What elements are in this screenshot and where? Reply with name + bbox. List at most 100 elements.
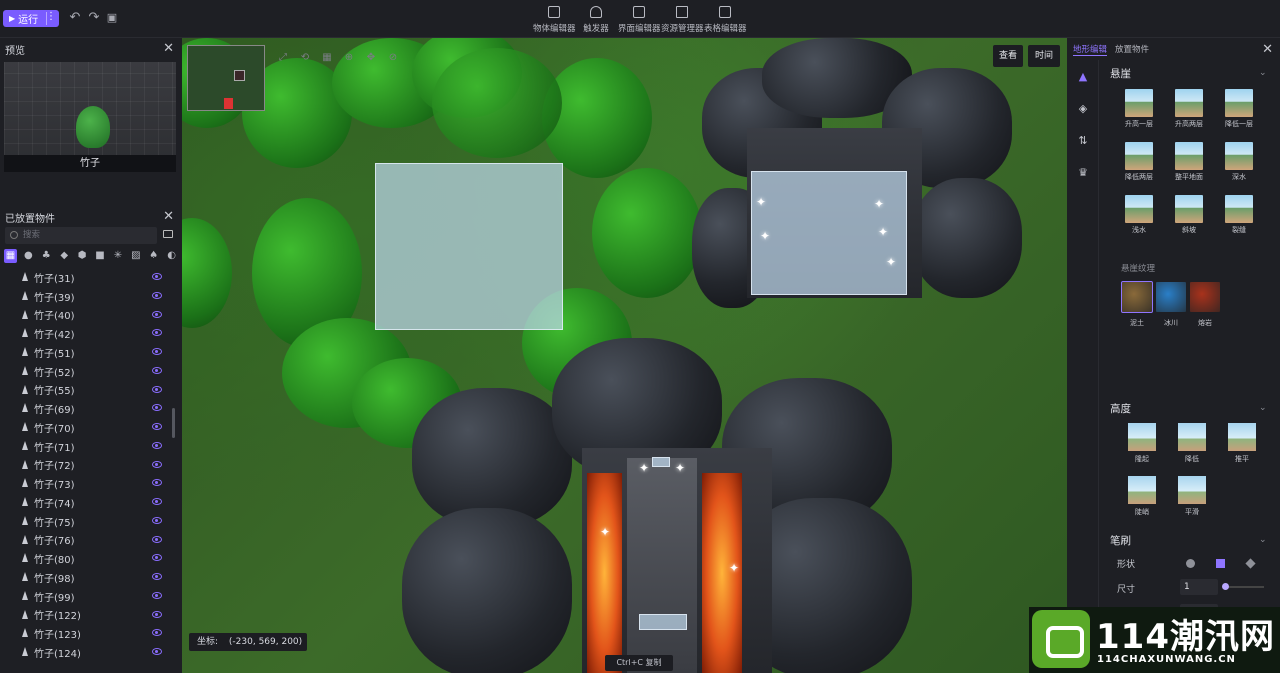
height-tool-button[interactable] [1178,476,1206,504]
diamond-shape-icon[interactable] [1245,558,1256,569]
eye-icon[interactable] [152,479,162,487]
eye-icon[interactable] [152,348,162,355]
eye-icon[interactable] [152,591,162,599]
list-item[interactable]: 竹子(76) [0,531,172,550]
eye-icon[interactable] [152,441,162,449]
filter-doodad-icon[interactable]: ◆ [58,249,71,263]
chevron-down-icon[interactable]: ⌄ [1259,535,1267,545]
eye-icon[interactable] [152,366,162,374]
eye-icon[interactable] [152,610,162,618]
list-item[interactable]: 竹子(72) [0,456,172,475]
tab-place-objects[interactable]: 放置物件 [1115,43,1149,56]
undo-icon[interactable]: ↶ [68,11,82,25]
list-item[interactable]: 竹子(31) [0,268,172,287]
filter-camera-icon[interactable]: ■ [94,249,107,263]
more-options-icon[interactable]: ⋮ [46,11,56,22]
tool-trigger[interactable]: 触发器 [582,4,610,34]
filter-item-icon[interactable]: ⬢ [76,249,89,263]
list-item[interactable]: 竹子(122) [0,606,172,625]
cliff-tool-button[interactable] [1125,89,1153,117]
chevron-down-icon[interactable]: ⌄ [1259,68,1267,78]
close-icon[interactable]: ✕ [163,209,174,224]
time-button[interactable]: 时间 [1028,45,1060,67]
tool-resource-manager[interactable]: 资源管理器 [661,4,704,34]
save-icon[interactable]: ▣ [105,11,119,25]
list-item[interactable]: 竹子(124) [0,643,172,662]
height-tool-button[interactable] [1128,423,1156,451]
tool-ui-editor[interactable]: 界面编辑器 [618,4,661,34]
filter-light-icon[interactable]: ✳ [111,249,124,263]
cliff-tool-button[interactable] [1225,89,1253,117]
eye-icon[interactable] [152,404,162,412]
list-item[interactable]: 竹子(51) [0,343,172,362]
cliff-tool-button[interactable] [1225,195,1253,223]
cliff-tool-button[interactable] [1175,142,1203,170]
filter-more-icon[interactable]: ◐ [165,249,178,263]
close-icon[interactable]: ✕ [163,41,174,56]
filter-unit-icon[interactable]: ● [22,249,35,263]
water-region[interactable] [375,163,563,330]
list-scrollbar[interactable] [172,408,175,438]
list-item[interactable]: 竹子(39) [0,287,172,306]
slider-knob[interactable] [1222,583,1229,590]
close-icon[interactable]: ✕ [1262,42,1273,57]
eye-icon[interactable] [152,460,162,468]
eye-icon[interactable] [152,423,162,430]
move-icon[interactable]: ✥ [362,49,380,67]
rotate-icon[interactable]: ⟲ [296,49,314,67]
list-item[interactable]: 竹子(73) [0,474,172,493]
globe-icon[interactable]: ⊕ [340,49,358,67]
eye-icon[interactable] [152,291,162,299]
cliff-tool-button[interactable] [1125,142,1153,170]
scene-viewport[interactable]: ✦ ✦ ✦ ✦ ✦ ✦ ✦ ✦ ✦ ⤢ ⟲ ▦ ⊕ ✥ ⊘ 查看 时间 坐标: … [182,38,1067,673]
eye-icon[interactable] [152,273,162,280]
eye-icon[interactable] [152,535,162,543]
list-item[interactable]: 竹子(74) [0,493,172,512]
texture-swatch[interactable] [1121,281,1153,313]
redo-icon[interactable]: ↷ [87,11,101,25]
cliff-tool-button[interactable] [1175,89,1203,117]
list-item[interactable]: 竹子(75) [0,512,172,531]
list-item[interactable]: 竹子(71) [0,437,172,456]
eye-icon[interactable] [152,554,162,562]
filter-all-icon[interactable]: ▦ [4,249,17,263]
tool-object-editor[interactable]: 物体编辑器 [533,4,576,34]
list-item[interactable]: 竹子(99) [0,587,172,606]
terrain-path-icon[interactable]: ⇅ [1076,134,1090,148]
terrain-crown-icon[interactable]: ♛ [1076,166,1090,180]
square-shape-icon[interactable] [1216,559,1225,568]
filter-region-icon[interactable]: ▨ [129,249,142,263]
size-input[interactable]: 1 [1180,579,1218,595]
height-tool-button[interactable] [1178,423,1206,451]
circle-shape-icon[interactable] [1186,559,1195,568]
filter-sound-icon[interactable]: ♠ [147,249,160,263]
list-item[interactable]: 竹子(70) [0,418,172,437]
run-button[interactable]: ▶ 运行 ⋮ [3,10,59,27]
tool-table-editor[interactable]: 表格编辑器 [704,4,747,34]
eye-icon[interactable] [152,385,162,393]
list-item[interactable]: 竹子(55) [0,381,172,400]
height-tool-button[interactable] [1128,476,1156,504]
terrain-texture-icon[interactable]: ◈ [1076,102,1090,116]
fullscreen-icon[interactable]: ⤢ [274,49,292,67]
cliff-tool-button[interactable] [1125,195,1153,223]
view-button[interactable]: 查看 [993,45,1023,67]
eye-icon[interactable] [152,573,162,580]
list-item[interactable]: 竹子(80) [0,549,172,568]
eye-icon[interactable] [152,629,162,637]
eye-icon[interactable] [152,498,162,505]
filter-tree-icon[interactable]: ♣ [40,249,53,263]
cliff-tool-button[interactable] [1225,142,1253,170]
list-item[interactable]: 竹子(69) [0,399,172,418]
eye-icon[interactable] [152,648,162,655]
minimap[interactable] [187,45,265,111]
search-input[interactable]: 搜索 [5,227,157,244]
texture-swatch[interactable] [1190,282,1220,312]
eye-icon[interactable] [152,329,162,337]
texture-swatch[interactable] [1156,282,1186,312]
eye-icon[interactable] [152,516,162,524]
size-slider[interactable] [1222,583,1264,590]
list-item[interactable]: 竹子(98) [0,568,172,587]
cliff-tool-button[interactable] [1175,195,1203,223]
chevron-down-icon[interactable]: ⌄ [1259,403,1267,413]
